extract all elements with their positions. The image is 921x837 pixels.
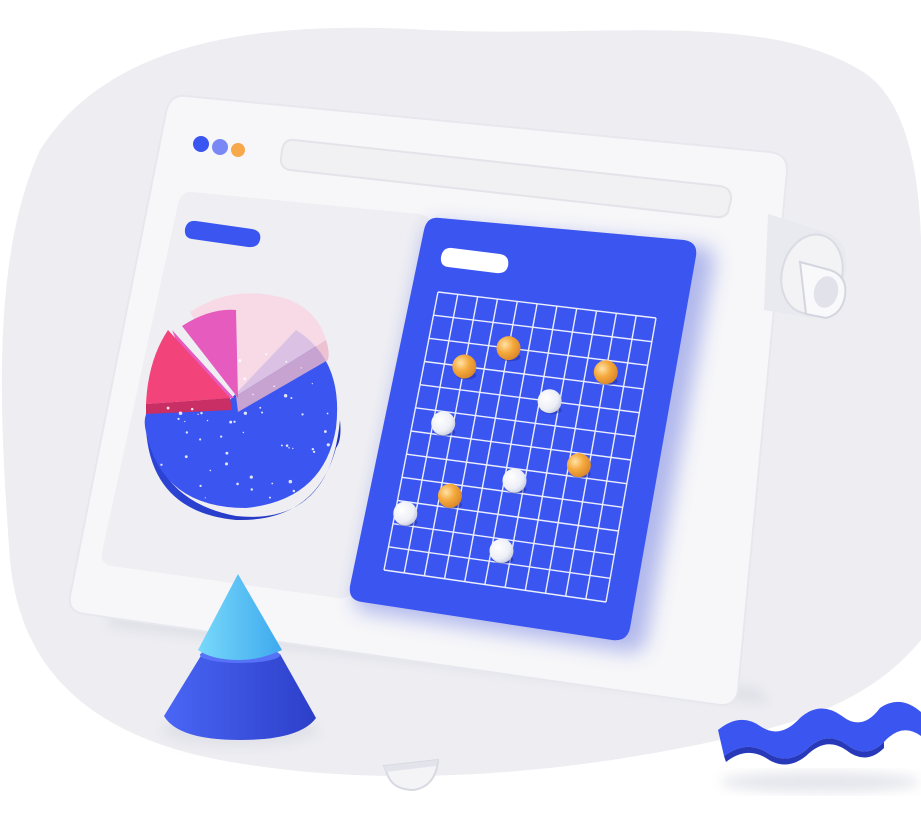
pie-speck <box>206 419 209 422</box>
pie-speck <box>323 430 327 433</box>
pie-speck <box>283 394 288 398</box>
pie-speck <box>209 469 212 472</box>
pie-speck <box>285 360 288 363</box>
pie-speck <box>292 447 294 450</box>
pie-speck <box>300 367 302 369</box>
pie-speck <box>273 385 276 388</box>
pie-speck <box>326 412 329 415</box>
pie-speck <box>271 482 274 485</box>
pie-speck <box>261 411 264 414</box>
scatter-point-white <box>489 538 514 563</box>
pie-speck <box>301 413 304 416</box>
scatter-point-white <box>502 468 527 493</box>
pie-speck <box>288 446 290 449</box>
pie-speck <box>311 383 313 385</box>
pie-speck <box>250 488 254 491</box>
scatter-point-white <box>431 411 456 436</box>
pie-speck <box>220 435 223 438</box>
pie-speck <box>185 431 189 434</box>
dot-lightblue-icon <box>212 139 228 155</box>
pie-speck <box>200 411 203 415</box>
scatter-point-white <box>537 389 562 414</box>
scatter-point-orange <box>437 483 462 508</box>
pie-speck <box>197 413 199 416</box>
scatter-point-orange <box>566 453 591 478</box>
scatter-point-orange <box>496 336 521 361</box>
pie-speck <box>225 451 229 455</box>
dot-blue-icon <box>193 136 209 152</box>
pie-speck <box>184 455 188 459</box>
pie-speck <box>312 450 316 454</box>
pie-speck <box>326 443 330 447</box>
pie-speck <box>160 463 163 466</box>
pie-speck <box>233 420 236 423</box>
pie-speck <box>229 420 233 424</box>
dot-orange-icon <box>231 143 245 157</box>
pie-speck <box>311 448 315 451</box>
scatter-point-orange <box>593 360 618 385</box>
pie-speck <box>199 438 202 441</box>
pie-speck <box>285 444 289 447</box>
pie-speck <box>199 484 202 488</box>
pie-speck <box>268 496 271 499</box>
pie-speck <box>243 377 247 381</box>
pie-speck <box>225 462 229 466</box>
pie-speck <box>166 406 170 410</box>
pie-speck <box>265 353 268 356</box>
pie-speck <box>242 431 245 434</box>
pie-speck <box>236 482 239 486</box>
pie-speck <box>177 417 180 420</box>
illustration <box>1 27 921 792</box>
scatter-point-white <box>393 501 418 526</box>
pie-speck <box>238 359 242 363</box>
pie-speck <box>184 420 186 423</box>
pie-speck <box>204 497 206 499</box>
pie-speck <box>290 397 293 400</box>
pie-speck <box>243 411 248 415</box>
bowl-icon <box>382 758 440 792</box>
scatter-point-orange <box>452 354 477 379</box>
pie-speck <box>288 479 293 484</box>
pie-speck <box>252 393 254 396</box>
pie-speck <box>249 475 253 479</box>
pie-speck <box>292 489 296 493</box>
pie-speck <box>280 444 283 447</box>
pie-speck <box>259 406 262 409</box>
pie-speck <box>190 407 194 411</box>
pie-speck <box>178 411 183 416</box>
